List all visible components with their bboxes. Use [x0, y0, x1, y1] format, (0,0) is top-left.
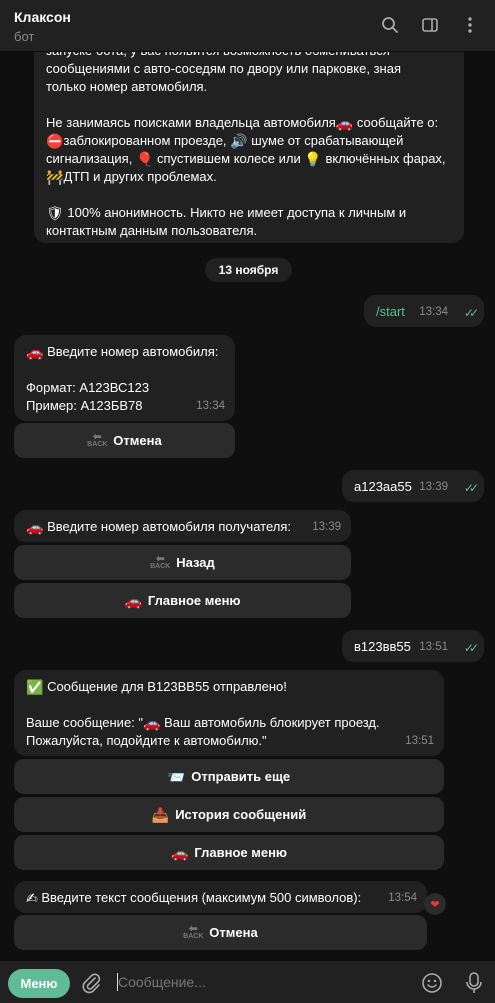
more-options-icon[interactable]	[459, 14, 481, 36]
car-icon: 🚗	[26, 344, 44, 360]
car-icon: 🚗	[26, 519, 44, 535]
main-menu-button[interactable]: 🚗 Главное меню	[14, 835, 444, 870]
intro-text: сигнализация,	[46, 151, 133, 166]
message-time: 13:39	[419, 481, 448, 493]
sidebar-toggle-icon[interactable]	[419, 14, 441, 36]
incoming-message: ✍ Введите текст сообщения (максимум 500 …	[14, 881, 427, 913]
cancel-button[interactable]: ⬅ BACK Отмена	[14, 423, 235, 458]
main-menu-button[interactable]: 🚗 Главное меню	[14, 583, 351, 618]
bot-menu-button[interactable]: Меню	[8, 969, 70, 998]
message-time: 13:51	[405, 735, 434, 747]
message-time: 13:34	[419, 306, 448, 318]
inbox-icon: 📥	[151, 806, 170, 823]
incoming-message: 🚗 Введите номер автомобиля получателя: 1…	[14, 510, 351, 542]
chat-header[interactable]: Клаксон бот	[0, 0, 495, 52]
button-label: История сообщений	[175, 807, 307, 822]
button-label: Главное меню	[147, 593, 241, 608]
intro-text: Не занимаясь поисками владельца автомоби…	[46, 115, 336, 130]
intro-text: ДТП и других проблемах.	[63, 169, 217, 184]
button-label: Отмена	[113, 433, 162, 448]
button-label: Главное меню	[194, 845, 288, 860]
back-icon: ⬅ BACK	[150, 553, 171, 571]
button-label: Отправить еще	[191, 769, 291, 784]
message-text: Пожалуйста, подойдите к автомобилю."	[26, 733, 267, 748]
message-text: а123аа55	[354, 479, 412, 494]
message-text: Введите номер автомобиля получателя:	[47, 519, 291, 534]
speaker-icon: 🔊	[230, 133, 248, 149]
check-icon: ✅	[26, 679, 44, 695]
balloon-icon: 🎈	[135, 151, 154, 167]
message-time: 13:39	[312, 521, 341, 533]
stop-icon: ⛔	[46, 133, 64, 149]
search-icon[interactable]	[379, 14, 401, 36]
intro-text: контактным данным пользователя.	[46, 223, 258, 238]
message-text: Введите номер автомобиля:	[47, 344, 219, 359]
button-label: Назад	[176, 555, 215, 570]
intro-text: спустившем колесе или	[153, 151, 301, 166]
message-time: 13:54	[388, 892, 417, 904]
intro-line: запуске бота, у вас появится возможность…	[46, 52, 452, 60]
incoming-message: 🚗 Введите номер автомобиля: Формат: А123…	[14, 335, 235, 421]
intro-line: сообщениями с авто-соседям по двору или …	[46, 61, 401, 76]
outgoing-message: а123аа55 13:39 ✓✓	[342, 470, 484, 502]
message-text: Ваш автомобиль блокирует проезд.	[160, 715, 380, 730]
send-more-button[interactable]: 📨 Отправить еще	[14, 759, 444, 794]
envelope-icon: 📨	[167, 768, 186, 785]
attach-icon[interactable]	[80, 972, 102, 997]
heart-reaction-icon[interactable]: ❤	[424, 893, 446, 915]
command-text[interactable]: /start	[376, 304, 405, 319]
microphone-icon[interactable]	[465, 971, 483, 998]
writing-hand-icon: ✍	[26, 890, 38, 906]
message-text: Введите текст сообщения (максимум 500 си…	[41, 890, 362, 905]
intro-text: 100% анонимность. Никто не имеет доступа…	[67, 205, 407, 220]
outgoing-message: /start 13:34 ✓✓	[364, 295, 484, 327]
intro-text: заблокированном проезде,	[63, 133, 227, 148]
message-input[interactable]: Сообщение...	[118, 974, 206, 990]
intro-text: сообщайте о:	[353, 115, 439, 130]
shield-icon: 🛡	[46, 205, 64, 221]
message-text: в123вв55	[354, 639, 411, 654]
car-icon: 🚗	[143, 715, 161, 731]
read-ticks-icon: ✓✓	[463, 641, 479, 655]
message-text: Пример: А123БВ78	[26, 398, 143, 413]
read-ticks-icon: ✓✓	[463, 306, 479, 320]
cancel-button[interactable]: ⬅ BACK Отмена	[14, 915, 427, 950]
incoming-message: ✅ Сообщение для В123ВВ55 отправлено! Ваш…	[14, 670, 444, 756]
message-time: 13:34	[196, 400, 225, 412]
back-icon: ⬅ BACK	[183, 923, 204, 941]
back-icon: ⬅ BACK	[87, 431, 108, 449]
composer-bar: Меню Сообщение...	[0, 961, 495, 1003]
car-icon: 🚗	[335, 115, 354, 131]
barrier-icon: 🚧	[46, 169, 64, 185]
message-text: Ваше сообщение: "	[26, 715, 144, 730]
intro-text: шуме от срабатывающей	[247, 133, 404, 148]
car-icon: 🚗	[170, 844, 189, 861]
emoji-icon[interactable]	[421, 972, 443, 997]
chat-area[interactable]: запуске бота, у вас появится возможность…	[0, 52, 495, 961]
intro-message: запуске бота, у вас появится возможность…	[34, 52, 464, 243]
outgoing-message: в123вв55 13:51 ✓✓	[342, 630, 484, 662]
message-text: Формат: А123ВС123	[26, 380, 150, 395]
date-separator: 13 ноября	[205, 258, 292, 282]
back-button[interactable]: ⬅ BACK Назад	[14, 545, 351, 580]
bulb-icon: 💡	[304, 151, 322, 167]
intro-line: только номер автомобиля.	[46, 79, 208, 94]
intro-text: включённых фарах,	[321, 151, 446, 166]
history-button[interactable]: 📥 История сообщений	[14, 797, 444, 832]
message-time: 13:51	[419, 641, 448, 653]
button-label: Отмена	[209, 925, 258, 940]
message-text: Сообщение для В123ВВ55 отправлено!	[47, 679, 287, 694]
car-icon: 🚗	[124, 592, 142, 609]
read-ticks-icon: ✓✓	[463, 481, 479, 495]
